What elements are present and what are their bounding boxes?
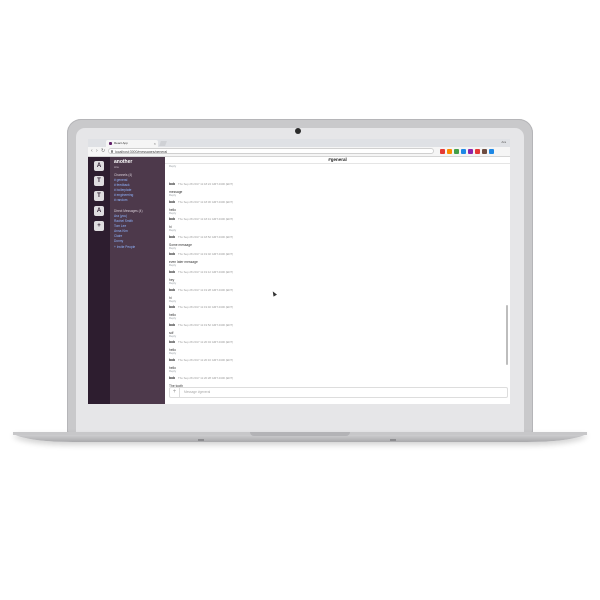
team-button[interactable]: T xyxy=(94,191,104,201)
dm-item[interactable]: Tom Lee xyxy=(114,224,126,228)
message-timestamp: Thu Sep 28 2017 11:18:52 GMT-0400 (EDT) xyxy=(178,234,234,239)
channels-header[interactable]: Channels (4) xyxy=(114,173,132,177)
message-author[interactable]: bob xyxy=(169,182,175,186)
laptop-screen: React App × Ara ‹ › ↻ localhost:3000/mes… xyxy=(88,139,510,404)
message-item: Reply xyxy=(169,164,369,169)
current-user: Ara xyxy=(114,165,119,169)
message-timestamp: Thu Sep 28 2017 11:20:28 GMT-0400 (EDT) xyxy=(178,375,234,380)
header-divider xyxy=(165,163,510,164)
channel-item[interactable]: # general xyxy=(114,178,127,182)
dm-item[interactable]: Donny xyxy=(114,239,123,243)
message-composer[interactable]: + Message #general xyxy=(169,387,508,398)
channel-item[interactable]: # feedback xyxy=(114,183,130,187)
dm-item[interactable]: Anna Kim xyxy=(114,229,128,233)
back-icon[interactable]: ‹ xyxy=(91,149,93,154)
laptop-foot-left xyxy=(198,439,204,441)
message-author[interactable]: bob xyxy=(169,288,175,292)
browser-extension-icon[interactable] xyxy=(440,149,445,154)
message-author[interactable]: bob xyxy=(169,323,175,327)
direct-messages-header[interactable]: Direct Messages (4) xyxy=(114,209,143,213)
message-author[interactable]: bob xyxy=(169,305,175,309)
browser-extension-icon[interactable] xyxy=(482,149,487,154)
tab-close-icon[interactable]: × xyxy=(154,140,156,147)
lock-icon xyxy=(111,150,113,153)
reply-link[interactable]: Reply xyxy=(169,164,369,169)
channel-item[interactable]: # boilerplate xyxy=(114,188,131,192)
browser-tab-bar: React App × Ara xyxy=(88,139,510,147)
dm-item[interactable]: Claire xyxy=(114,234,122,238)
channel-sidebar: another Ara Channels (4) # general # feed… xyxy=(110,157,165,404)
browser-extension-icon[interactable] xyxy=(489,149,494,154)
window-user-label[interactable]: Ara xyxy=(501,140,506,144)
browser-extension-icon[interactable] xyxy=(447,149,452,154)
message-author[interactable]: bob xyxy=(169,252,175,256)
url-text: localhost:3000/messages/general xyxy=(115,150,168,154)
favicon-icon xyxy=(109,142,112,145)
message-author[interactable]: bob xyxy=(169,200,175,204)
forward-icon[interactable]: › xyxy=(96,149,98,154)
browser-toolbar: ‹ › ↻ localhost:3000/messages/general xyxy=(88,147,510,157)
message-author[interactable]: bob xyxy=(169,270,175,274)
scrollbar[interactable] xyxy=(506,305,508,365)
laptop-hinge-notch xyxy=(250,432,350,436)
message-timestamp: Thu Sep 28 2017 11:18:30 GMT-0400 (EDT) xyxy=(178,199,234,204)
dm-item[interactable]: Ara (you) xyxy=(114,214,127,218)
team-button[interactable]: T xyxy=(94,176,104,186)
invite-people-link[interactable]: + Invite People xyxy=(114,245,135,249)
tab-title: React App xyxy=(114,141,128,145)
message-timestamp: Thu Sep 28 2017 11:18:24 GMT-0400 (EDT) xyxy=(178,182,234,186)
browser-extension-icon[interactable] xyxy=(461,149,466,154)
team-switcher: A T T A + xyxy=(88,157,110,404)
message-timestamp: Thu Sep 28 2017 11:20:04 GMT-0400 (EDT) xyxy=(178,340,234,345)
browser-extension-icon[interactable] xyxy=(475,149,480,154)
message-author[interactable]: bob xyxy=(169,376,175,380)
browser-extension-icon[interactable] xyxy=(468,149,473,154)
channel-item[interactable]: # random xyxy=(114,198,127,202)
message-timestamp: Thu Sep 28 2017 11:18:41 GMT-0400 (EDT) xyxy=(178,217,234,222)
message-timestamp: Thu Sep 28 2017 11:19:12 GMT-0400 (EDT) xyxy=(178,270,234,274)
message-author[interactable]: bob xyxy=(169,340,175,344)
message-timestamp: Thu Sep 28 2017 11:19:02 GMT-0400 (EDT) xyxy=(178,252,234,257)
team-button[interactable]: A xyxy=(94,161,104,171)
message-input[interactable]: Message #general xyxy=(184,388,210,397)
new-tab-button[interactable] xyxy=(159,141,167,146)
add-team-button[interactable]: + xyxy=(94,221,104,231)
message-timestamp: Thu Sep 28 2017 11:19:28 GMT-0400 (EDT) xyxy=(178,287,234,292)
channel-item[interactable]: # engineering xyxy=(114,193,133,197)
message-author[interactable]: bob xyxy=(169,217,175,221)
message-author[interactable]: bob xyxy=(169,358,175,362)
team-button[interactable]: A xyxy=(94,206,104,216)
attach-plus-icon[interactable]: + xyxy=(170,388,180,397)
address-bar[interactable]: localhost:3000/messages/general xyxy=(108,148,434,154)
message-timestamp: Thu Sep 28 2017 11:19:40 GMT-0400 (EDT) xyxy=(178,305,234,310)
channel-title: #general xyxy=(328,157,347,162)
dm-item[interactable]: Rachel Smith xyxy=(114,219,133,223)
browser-tab[interactable]: React App × xyxy=(106,140,158,147)
message-timestamp: Thu Sep 28 2017 11:20:16 GMT-0400 (EDT) xyxy=(178,358,234,362)
message-author[interactable]: bob xyxy=(169,235,175,239)
laptop-foot-right xyxy=(390,439,396,441)
message-timestamp: Thu Sep 28 2017 11:19:52 GMT-0400 (EDT) xyxy=(178,322,234,327)
webcam xyxy=(295,128,301,134)
browser-extension-icon[interactable] xyxy=(454,149,459,154)
message-pane: #general Reply bob Thu Sep 28 2017 11:18:2… xyxy=(165,157,510,404)
reload-icon[interactable]: ↻ xyxy=(101,149,105,154)
